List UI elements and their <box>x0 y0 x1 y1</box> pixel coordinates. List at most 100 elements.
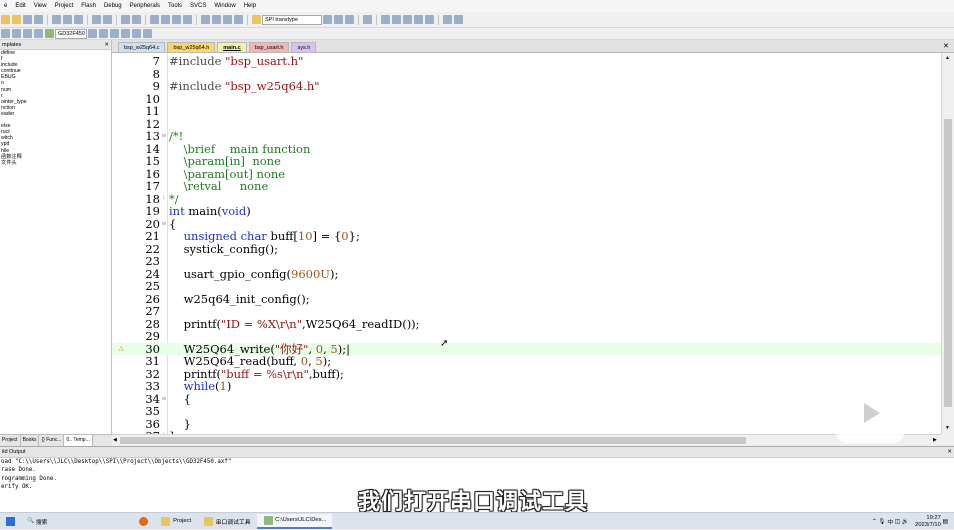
find-in-files-icon[interactable] <box>334 15 343 24</box>
file-tab[interactable]: bsp_usart.h <box>248 42 290 52</box>
editor-horizontal-scroll-thumb[interactable] <box>120 437 746 444</box>
find-icon[interactable] <box>323 15 332 24</box>
menu-item-5[interactable]: Debug <box>100 3 126 9</box>
code-line[interactable]: 36 } <box>112 417 941 431</box>
code-line[interactable]: 24 usart_gpio_config(9600U); <box>112 267 941 281</box>
nav-forward-icon[interactable] <box>132 15 141 24</box>
paste-icon[interactable] <box>74 15 83 24</box>
download-icon[interactable] <box>45 29 54 38</box>
menu-item-2[interactable]: View <box>30 3 51 9</box>
cut-icon[interactable] <box>52 15 61 24</box>
batch-build-icon[interactable] <box>34 29 43 38</box>
editor-horizontal-scrollbar[interactable]: ◀ ▶ <box>112 434 941 446</box>
left-panel-tab[interactable]: Project <box>0 435 21 446</box>
close-tab-icon[interactable]: ✕ <box>943 42 949 50</box>
fold-marker-icon[interactable]: └ <box>162 196 168 202</box>
scroll-up-icon[interactable]: ▲ <box>945 55 950 61</box>
copy-icon[interactable] <box>63 15 72 24</box>
build-output-close-icon[interactable]: ✕ <box>947 449 952 455</box>
microphone-icon[interactable]: 🎙 <box>878 519 885 525</box>
breakpoint-kill-icon[interactable] <box>414 15 423 24</box>
code-line[interactable]: 12 <box>112 117 941 131</box>
target-select[interactable]: GD32F450 <box>55 28 87 39</box>
code-editor[interactable]: 7 #include "bsp_usart.h" 8 9 #include "bsp_w… <box>112 53 941 434</box>
scroll-left-icon[interactable]: ◀ <box>113 437 117 443</box>
scroll-down-icon[interactable]: ▼ <box>945 425 950 431</box>
menu-item-4[interactable]: Flash <box>77 3 100 9</box>
windows-start-icon[interactable] <box>0 514 21 529</box>
manage-rte-icon[interactable] <box>121 29 130 38</box>
menu-item-8[interactable]: SVCS <box>186 3 210 9</box>
code-line[interactable]: 7 #include "bsp_usart.h" <box>112 55 941 68</box>
fold-marker-icon[interactable]: ⊟ <box>162 133 168 139</box>
left-panel-tab[interactable]: Books <box>21 435 40 446</box>
editor-vertical-scroll-thumb[interactable] <box>944 119 952 407</box>
debug-start-icon[interactable] <box>363 15 372 24</box>
editor-vertical-scrollbar[interactable]: ▲ ▼ <box>941 53 954 434</box>
code-line[interactable]: 11 <box>112 105 941 118</box>
select-packs-icon[interactable] <box>110 29 119 38</box>
redo-icon[interactable] <box>103 15 112 24</box>
file-tab[interactable]: sys.h <box>291 42 317 52</box>
menu-item-3[interactable]: Project <box>51 3 78 9</box>
indent-icon[interactable] <box>201 15 210 24</box>
find-combo[interactable]: SPI transtype <box>262 14 322 25</box>
volume-icon[interactable]: 🔊 <box>902 519 909 525</box>
pack-installer-icon[interactable] <box>132 29 141 38</box>
video-play-icon[interactable] <box>836 372 904 443</box>
clock[interactable]: 19:27 2023/7/10 <box>915 515 941 528</box>
breakpoint-insert-icon[interactable] <box>381 15 390 24</box>
new-file-icon[interactable] <box>1 15 10 24</box>
config-icon[interactable] <box>454 15 463 24</box>
save-all-icon[interactable] <box>34 15 43 24</box>
bookmark-next-icon[interactable] <box>172 15 181 24</box>
menu-item-7[interactable]: Tools <box>164 3 186 9</box>
file-tab[interactable]: main.c <box>217 42 247 52</box>
incremental-find-icon[interactable] <box>345 15 354 24</box>
bookmark-icon[interactable] <box>150 15 159 24</box>
breakpoint-enable-icon[interactable] <box>392 15 401 24</box>
translate-icon[interactable] <box>1 29 10 38</box>
code-line[interactable]: 22 systick_config(); <box>112 242 941 256</box>
window-layout-icon[interactable] <box>443 15 452 24</box>
scroll-right-icon[interactable]: ▶ <box>933 437 937 443</box>
comment-icon[interactable] <box>223 15 232 24</box>
bookmark-prev-icon[interactable] <box>161 15 170 24</box>
multi-project-icon[interactable] <box>143 29 152 38</box>
nav-back-icon[interactable] <box>121 15 130 24</box>
unindent-icon[interactable] <box>212 15 221 24</box>
network-icon[interactable]: ◫ <box>895 519 900 525</box>
uncomment-icon[interactable] <box>234 15 243 24</box>
taskbar-item-project[interactable]: Project <box>154 514 197 529</box>
ime-icon[interactable]: 中 <box>887 517 893 526</box>
target-options-icon[interactable] <box>88 29 97 38</box>
code-line[interactable]: 34 ⊟ { <box>112 392 941 406</box>
template-item[interactable]: 文件头 <box>1 160 111 166</box>
undo-icon[interactable] <box>92 15 101 24</box>
build-icon[interactable] <box>12 29 21 38</box>
code-line[interactable]: 10 <box>112 92 941 106</box>
menu-item-9[interactable]: Window <box>210 3 239 9</box>
taskbar-item-keil[interactable]: C:\Users\JLC\Des... <box>256 513 333 529</box>
file-tab[interactable]: bsp_w25q64.c <box>118 42 166 52</box>
left-panel-tab[interactable]: 0.. Temp... <box>64 435 93 446</box>
code-line[interactable]: 35 <box>112 405 941 418</box>
breakpoint-disable-icon[interactable] <box>403 15 412 24</box>
save-icon[interactable] <box>23 15 32 24</box>
code-line[interactable]: 28 printf("ID = %X\r\n",W25Q64_readID())… <box>112 317 941 331</box>
code-line[interactable]: 26 w25q64_init_config(); <box>112 292 941 306</box>
open-file-icon[interactable] <box>12 15 21 24</box>
code-line[interactable]: 32 printf("buff = %s\r\n",buff); <box>112 367 941 381</box>
code-line[interactable]: 9 #include "bsp_w25q64.h" <box>112 80 941 93</box>
menu-item-1[interactable]: Edit <box>11 3 29 9</box>
taskbar-search[interactable]: 🔍 搜索 <box>21 514 53 529</box>
tray-chevron-icon[interactable]: ⌃ <box>872 519 877 525</box>
code-line[interactable]: 17 \retval none <box>112 180 941 193</box>
manage-project-icon[interactable] <box>99 29 108 38</box>
code-line[interactable]: 33 while(1) <box>112 380 941 393</box>
breakpoint-list-icon[interactable] <box>425 15 434 24</box>
fold-marker-icon[interactable]: ⊟ <box>162 396 168 402</box>
code-line[interactable]: 19 int main(void) <box>112 205 941 218</box>
taskbar-item-serial-tool[interactable]: 串口调试工具 <box>197 514 256 529</box>
notification-icon[interactable]: ▤ <box>943 519 948 525</box>
